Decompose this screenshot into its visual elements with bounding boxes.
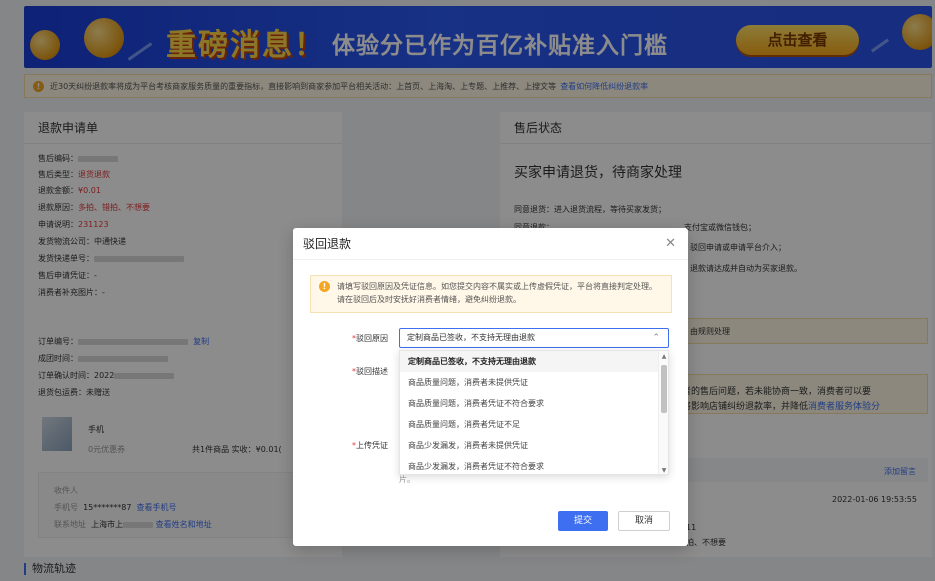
reason-option[interactable]: 商品质量问题，消费者凭证不足 <box>400 414 668 435</box>
reason-option[interactable]: 商品少发漏发，消费者凭证不符合要求 <box>400 456 668 474</box>
reason-select[interactable]: 定制商品已签收，不支持无理由退款 ⌃ <box>399 328 669 348</box>
reason-dropdown: 定制商品已签收，不支持无理由退款 商品质量问题，消费者未提供凭证 商品质量问题，… <box>399 350 669 475</box>
reason-option[interactable]: 定制商品已签收，不支持无理由退款 <box>400 351 668 372</box>
modal-tip: ! 请填写驳回原因及凭证信息。如您提交内容不属实或上传虚假凭证，平台将直接判定处… <box>310 275 672 313</box>
modal-title: 驳回退款 <box>293 228 688 260</box>
reason-option[interactable]: 商品少发漏发，消费者未提供凭证 <box>400 435 668 456</box>
cancel-button[interactable]: 取消 <box>618 511 670 531</box>
scroll-down-icon[interactable]: ▼ <box>660 467 668 474</box>
reason-option[interactable]: 商品质量问题，消费者未提供凭证 <box>400 372 668 393</box>
chevron-up-icon: ⌃ <box>652 333 660 343</box>
close-icon[interactable]: ✕ <box>665 236 676 251</box>
scrollbar-thumb[interactable] <box>661 365 667 413</box>
reject-refund-modal: 驳回退款 ✕ ! 请填写驳回原因及凭证信息。如您提交内容不属实或上传虚假凭证，平… <box>293 228 688 546</box>
modal-tip-text: 请填写驳回原因及凭证信息。如您提交内容不属实或上传虚假凭证，平台将直接判定处理。… <box>337 282 657 304</box>
upload-label: *上传凭证 <box>352 441 388 450</box>
reason-option[interactable]: 商品质量问题，消费者凭证不符合要求 <box>400 393 668 414</box>
scroll-up-icon[interactable]: ▲ <box>660 353 668 360</box>
dropdown-scrollbar[interactable]: ▲ ▼ <box>658 351 668 474</box>
description-label: *驳回描述 <box>352 367 388 376</box>
submit-button[interactable]: 提交 <box>558 511 608 531</box>
warning-icon: ! <box>319 281 330 292</box>
upload-hint-fragment: 片。 <box>399 475 415 484</box>
reason-label: *驳回原因 <box>352 334 388 343</box>
